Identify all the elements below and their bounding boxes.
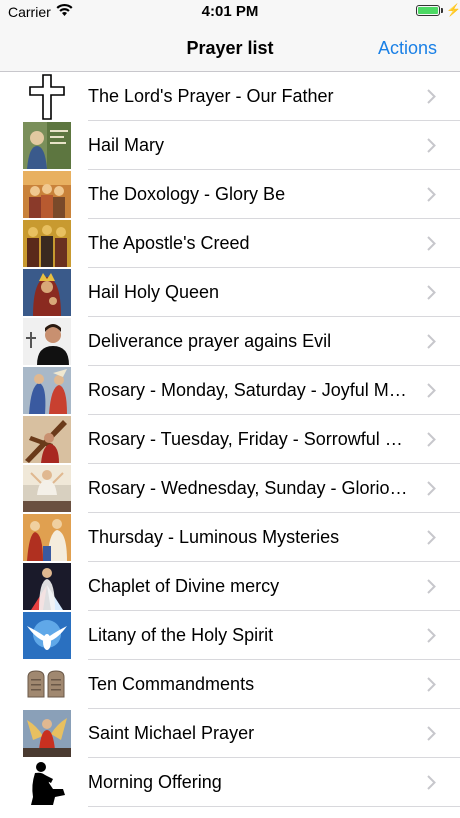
chevron-right-icon [427, 628, 436, 643]
list-item-label: Chaplet of Divine mercy [88, 576, 280, 596]
list-item[interactable]: Hail Holy Queen [0, 268, 460, 317]
chevron-right-icon [427, 383, 436, 398]
list-item[interactable]: Saint Michael Prayer [0, 709, 460, 758]
battery-cap [441, 8, 443, 13]
glorious-image [23, 465, 71, 512]
list-item-label: The Lord's Prayer - Our Father [88, 86, 334, 106]
status-bar: Carrier 4:01 PM ⚡ [0, 0, 460, 24]
list-item-label: The Apostle's Creed [88, 233, 250, 253]
chevron-right-icon [427, 481, 436, 496]
list-item-label: Morning Offering [88, 772, 222, 792]
apostles-image [23, 220, 71, 267]
list-item-label: Rosary - Monday, Saturday - Joyful Myste… [88, 380, 413, 400]
list-item-label: Thursday - Luminous Mysteries [88, 527, 340, 547]
list-item-label: Litany of the Holy Spirit [88, 625, 274, 645]
separator [88, 806, 460, 807]
tablets-image [23, 661, 71, 708]
navigation-bar: Prayer list Actions [0, 24, 460, 72]
dove-image [23, 612, 71, 659]
chevron-right-icon [427, 187, 436, 202]
charging-icon: ⚡ [446, 3, 460, 17]
list-item-label: Hail Holy Queen [88, 282, 220, 302]
battery-icon [416, 5, 440, 16]
chevron-right-icon [427, 530, 436, 545]
kneeling-image [23, 759, 71, 806]
priest-image [23, 318, 71, 365]
list-item[interactable]: The Lord's Prayer - Our Father [0, 72, 460, 121]
prayer-list: The Lord's Prayer - Our Father Hail Mary [0, 72, 460, 807]
hail-mary-image [23, 122, 71, 169]
luminous-image [23, 514, 71, 561]
cross-outline-icon [29, 74, 65, 120]
chevron-right-icon [427, 726, 436, 741]
chevron-right-icon [427, 236, 436, 251]
list-item-label: Deliverance prayer agains Evil [88, 331, 332, 351]
list-item[interactable]: Ten Commandments [0, 660, 460, 709]
chevron-right-icon [427, 89, 436, 104]
list-item-label: Rosary - Wednesday, Sunday - Glorious My… [88, 478, 413, 498]
chevron-right-icon [427, 677, 436, 692]
actions-button[interactable]: Actions [378, 38, 437, 59]
doxology-image [23, 171, 71, 218]
list-item[interactable]: Chaplet of Divine mercy [0, 562, 460, 611]
list-item-label: Hail Mary [88, 135, 165, 155]
list-item[interactable]: Litany of the Holy Spirit [0, 611, 460, 660]
list-item[interactable]: Rosary - Wednesday, Sunday - Glorious My… [0, 464, 460, 513]
holy-queen-image [23, 269, 71, 316]
joyful-image [23, 367, 71, 414]
saint-michael-image [23, 710, 71, 757]
chevron-right-icon [427, 138, 436, 153]
list-item[interactable]: Rosary - Monday, Saturday - Joyful Myste… [0, 366, 460, 415]
chevron-right-icon [427, 432, 436, 447]
list-item[interactable]: Rosary - Tuesday, Friday - Sorrowful Mys… [0, 415, 460, 464]
list-item[interactable]: The Apostle's Creed [0, 219, 460, 268]
list-item[interactable]: Thursday - Luminous Mysteries [0, 513, 460, 562]
chevron-right-icon [427, 285, 436, 300]
chevron-right-icon [427, 579, 436, 594]
divine-mercy-image [23, 563, 71, 610]
status-time: 4:01 PM [201, 3, 259, 20]
list-item[interactable]: Hail Mary [0, 121, 460, 170]
list-item[interactable]: Morning Offering [0, 758, 460, 807]
list-item-label: The Doxology - Glory Be [88, 184, 286, 204]
list-item-label: Rosary - Tuesday, Friday - Sorrowful Mys… [88, 429, 413, 449]
chevron-right-icon [427, 775, 436, 790]
list-item[interactable]: The Doxology - Glory Be [0, 170, 460, 219]
list-item-label: Ten Commandments [88, 674, 255, 694]
chevron-right-icon [427, 334, 436, 349]
list-item-label: Saint Michael Prayer [88, 723, 255, 743]
list-item[interactable]: Deliverance prayer agains Evil [0, 317, 460, 366]
sorrowful-image [23, 416, 71, 463]
